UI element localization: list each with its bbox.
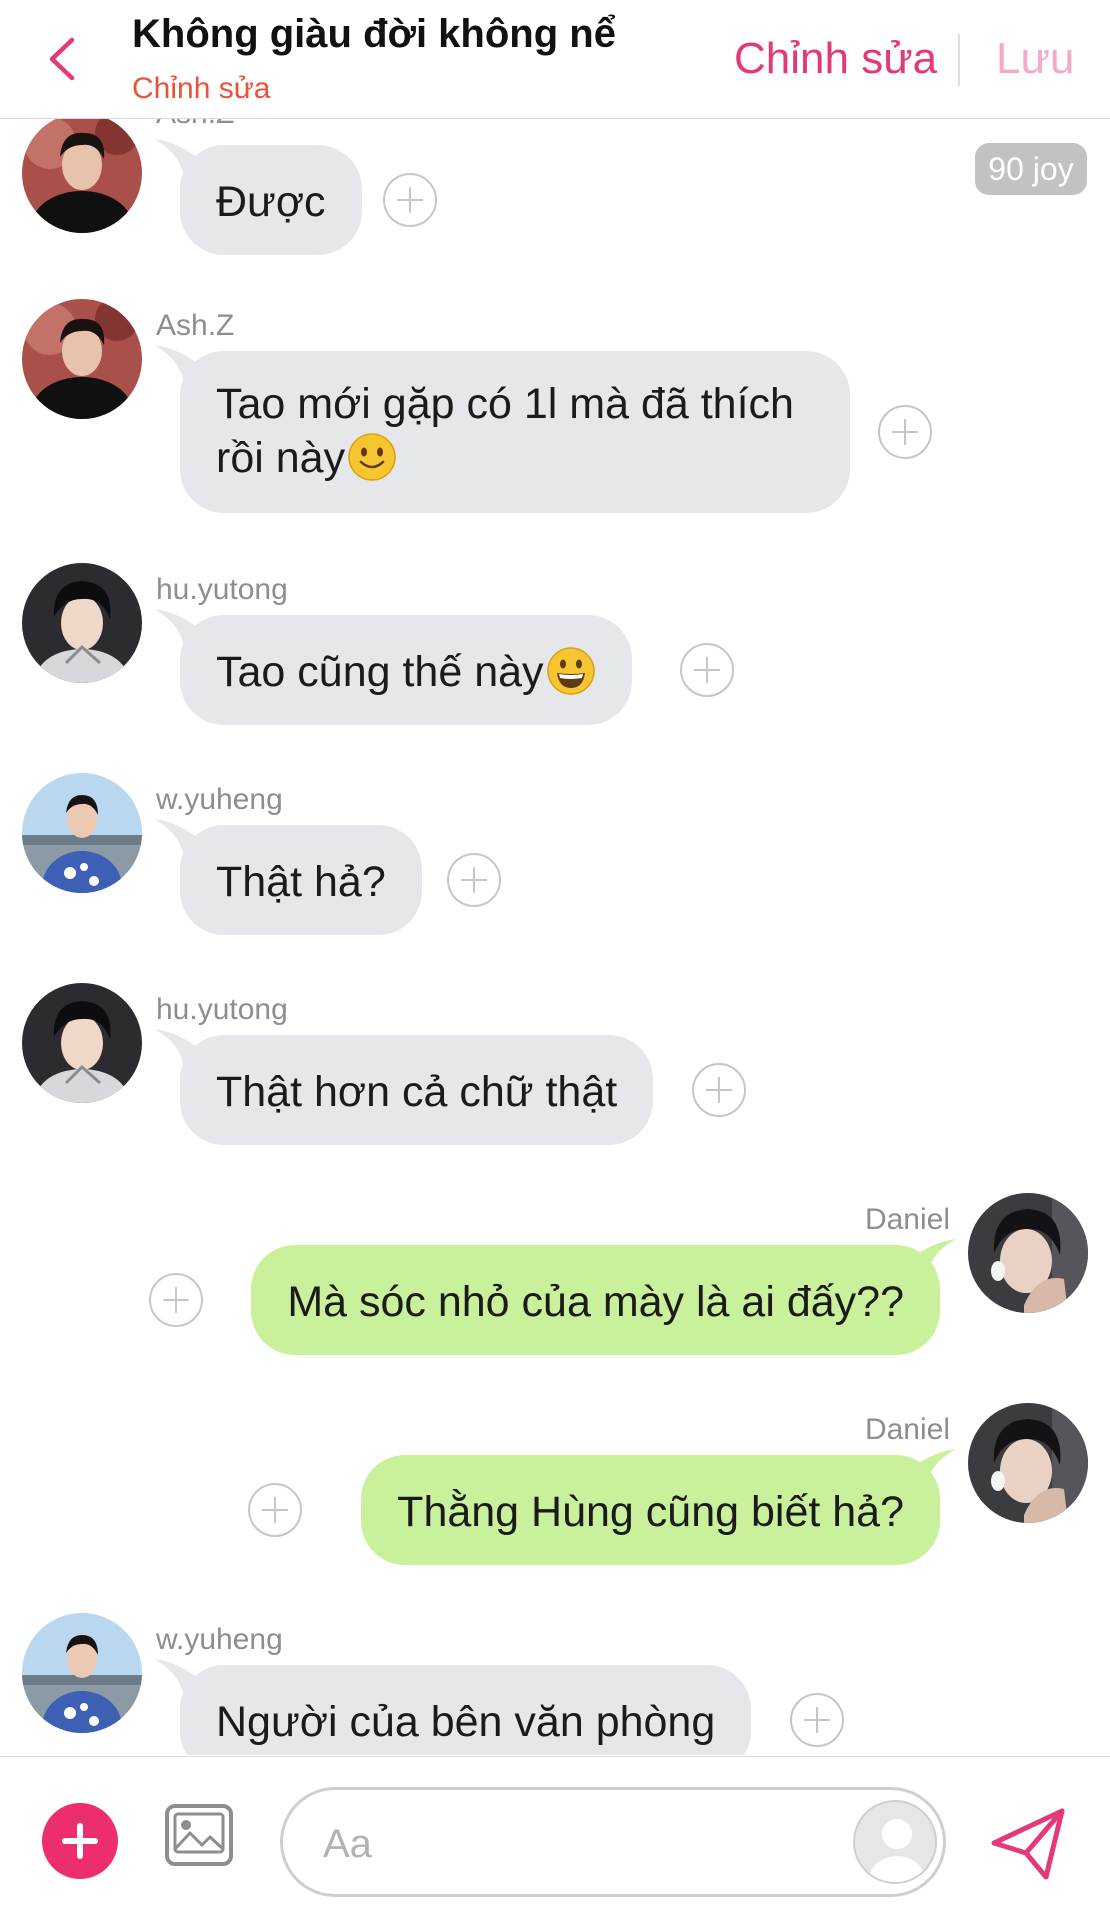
bubble-tail [154, 139, 212, 177]
message-bubble[interactable]: Tao mới gặp có 1l mà đã thích rồi này [180, 351, 850, 513]
message-bubble[interactable]: Thật hả? [180, 825, 422, 935]
image-button[interactable] [164, 1803, 234, 1867]
w-yuheng-avatar[interactable] [22, 1613, 142, 1733]
grinning-face-icon [546, 647, 595, 695]
joy-badge: 90 joy [975, 143, 1087, 195]
save-button[interactable]: Lưu [996, 34, 1074, 84]
message-bubble[interactable]: Thằng Hùng cũng biết hả? [361, 1455, 940, 1565]
image-icon [165, 1804, 233, 1866]
add-reaction-button[interactable] [383, 173, 437, 227]
sender-name: hu.yutong [156, 993, 288, 1026]
bubble-tail [154, 609, 212, 647]
add-reaction-button[interactable] [790, 1693, 844, 1747]
sender-name: w.yuheng [156, 783, 283, 816]
message-bubble[interactable]: Thật hơn cả chữ thật [180, 1035, 654, 1145]
message-text-line: Tao mới gặp có 1l mà đã thích [216, 380, 794, 428]
bubble-tail [898, 1239, 956, 1277]
chat-header: Không giàu đời không nể Chỉnh sửa Chỉnh … [0, 0, 1110, 119]
message-list[interactable]: 90 joy Ash.Z Được Ash.Z [0, 119, 1110, 1755]
bubble-tail [898, 1449, 956, 1487]
ash-z-avatar[interactable] [22, 119, 142, 233]
add-reaction-button[interactable] [248, 1483, 302, 1537]
sender-name: Daniel [864, 1203, 950, 1236]
back-button[interactable] [42, 34, 82, 84]
chat-subtitle[interactable]: Chỉnh sửa [132, 72, 271, 106]
sender-name: Ash.Z [156, 309, 235, 342]
message-bubble[interactable]: Người của bên văn phòng [180, 1665, 752, 1755]
bubble-tail [154, 345, 212, 383]
daniel-avatar[interactable] [968, 1193, 1088, 1313]
sender-name: Ash.Z [156, 119, 234, 131]
chevron-left-icon [49, 37, 75, 81]
sender-name: Daniel [864, 1413, 950, 1446]
message-bubble[interactable]: Tao cũng thế này [180, 615, 632, 725]
header-divider [958, 34, 960, 86]
message-input[interactable] [321, 1808, 805, 1880]
bubble-tail [154, 1029, 212, 1067]
add-reaction-button[interactable] [878, 405, 932, 459]
ash-z-avatar[interactable] [22, 299, 142, 419]
user-placeholder-icon[interactable] [853, 1800, 937, 1884]
composer-bar [0, 1756, 1110, 1921]
bubble-tail [154, 1659, 212, 1697]
add-reaction-button[interactable] [447, 853, 501, 907]
message-text-line-2: rồi này [216, 431, 814, 485]
add-reaction-button[interactable] [149, 1273, 203, 1327]
w-yuheng-avatar[interactable] [22, 773, 142, 893]
bubble-tail [154, 819, 212, 857]
sender-name: hu.yutong [156, 573, 288, 606]
send-button[interactable] [990, 1807, 1066, 1881]
chat-title: Không giàu đời không nể [132, 12, 616, 56]
add-reaction-button[interactable] [680, 643, 734, 697]
message-bubble[interactable]: Mà sóc nhỏ của mày là ai đấy?? [251, 1245, 940, 1355]
sender-name: w.yuheng [156, 1623, 283, 1656]
hu-yutong-avatar[interactable] [22, 983, 142, 1103]
add-attachment-button[interactable] [42, 1803, 118, 1879]
hu-yutong-avatar[interactable] [22, 563, 142, 683]
send-icon [991, 1808, 1065, 1880]
add-reaction-button[interactable] [692, 1063, 746, 1117]
daniel-avatar[interactable] [968, 1403, 1088, 1523]
message-composer[interactable] [280, 1787, 946, 1897]
slightly-smiling-face-icon [348, 433, 396, 481]
edit-button[interactable]: Chỉnh sửa [734, 34, 937, 84]
